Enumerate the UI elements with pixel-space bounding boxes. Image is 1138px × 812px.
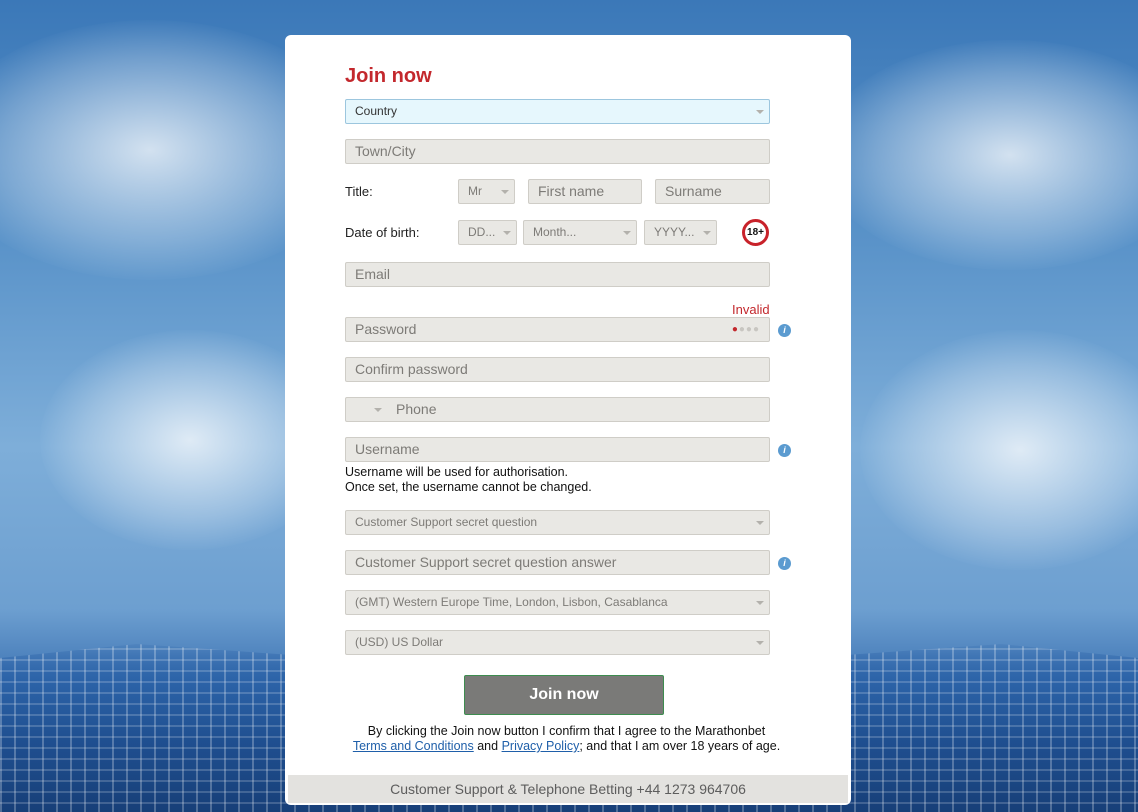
username-input[interactable]: Username — [345, 437, 770, 462]
currency-select[interactable]: (USD) US Dollar — [345, 630, 770, 655]
secret-question-value: Customer Support secret question — [355, 515, 538, 529]
title-label: Title: — [345, 184, 373, 199]
secret-answer-placeholder: Customer Support secret question answer — [355, 554, 617, 570]
terms-text: By clicking the Join now button I confir… — [325, 724, 808, 754]
password-strength-indicator: ●●●● — [731, 324, 760, 335]
surname-placeholder: Surname — [665, 183, 722, 199]
title-select-value: Mr — [468, 184, 482, 198]
phone-input[interactable]: Phone — [345, 397, 770, 422]
country-select[interactable]: Country — [345, 99, 770, 124]
terms-text-line1: By clicking the Join now button I confir… — [367, 724, 766, 738]
chevron-down-icon — [756, 601, 764, 605]
town-city-placeholder: Town/City — [355, 143, 416, 159]
privacy-link[interactable]: Privacy Policy — [502, 739, 580, 753]
confirm-password-placeholder: Confirm password — [355, 361, 468, 377]
email-input[interactable]: Email — [345, 262, 770, 287]
first-name-placeholder: First name — [538, 183, 605, 199]
currency-value: (USD) US Dollar — [355, 635, 444, 649]
country-select-label: Country — [355, 104, 398, 118]
terms-and: and — [477, 739, 499, 753]
town-city-input[interactable]: Town/City — [345, 139, 770, 164]
info-icon[interactable]: i — [778, 557, 791, 570]
chevron-down-icon[interactable] — [374, 408, 382, 412]
dob-day-select[interactable]: DD... — [458, 220, 517, 245]
chevron-down-icon — [501, 190, 509, 194]
confirm-password-input[interactable]: Confirm password — [345, 357, 770, 382]
dob-year-select[interactable]: YYYY... — [644, 220, 717, 245]
username-placeholder: Username — [355, 441, 420, 457]
dob-day-value: DD... — [468, 225, 496, 239]
password-input[interactable]: Password ●●●● — [345, 317, 770, 342]
chevron-down-icon — [756, 521, 764, 525]
secret-answer-input[interactable]: Customer Support secret question answer — [345, 550, 770, 575]
info-icon[interactable]: i — [778, 324, 791, 337]
title-select[interactable]: Mr — [458, 179, 515, 204]
chevron-down-icon — [503, 231, 511, 235]
terms-text-line2: ; and that I am over 18 years of age. — [579, 739, 781, 753]
timezone-select[interactable]: (GMT) Western Europe Time, London, Lisbo… — [345, 590, 770, 615]
dob-year-value: YYYY... — [654, 225, 695, 239]
surname-input[interactable]: Surname — [655, 179, 770, 204]
username-hint: Username will be used for authorisation.… — [345, 465, 592, 495]
phone-placeholder: Phone — [396, 401, 437, 417]
first-name-input[interactable]: First name — [528, 179, 642, 204]
timezone-value: (GMT) Western Europe Time, London, Lisbo… — [355, 595, 668, 609]
registration-panel: Join now Country Town/City Title: Mr Fir… — [285, 35, 851, 805]
dob-month-value: Month... — [533, 225, 577, 239]
password-placeholder: Password — [355, 321, 417, 337]
dob-month-select[interactable]: Month... — [523, 220, 637, 245]
secret-question-select[interactable]: Customer Support secret question — [345, 510, 770, 535]
info-icon[interactable]: i — [778, 444, 791, 457]
username-hint-line2: Once set, the username cannot be changed… — [345, 480, 592, 494]
chevron-down-icon — [623, 231, 631, 235]
support-footer: Customer Support & Telephone Betting +44… — [288, 775, 848, 803]
dob-label: Date of birth: — [345, 225, 420, 240]
terms-link[interactable]: Terms and Conditions — [353, 739, 474, 753]
username-hint-line1: Username will be used for authorisation. — [345, 465, 569, 479]
chevron-down-icon — [756, 641, 764, 645]
email-placeholder: Email — [355, 266, 391, 282]
chevron-down-icon — [756, 110, 764, 114]
join-now-button[interactable]: Join now — [464, 675, 664, 715]
page-title: Join now — [345, 65, 432, 87]
chevron-down-icon — [703, 231, 711, 235]
18-plus-icon: 18+ — [742, 219, 769, 246]
password-status: Invalid — [732, 302, 770, 317]
